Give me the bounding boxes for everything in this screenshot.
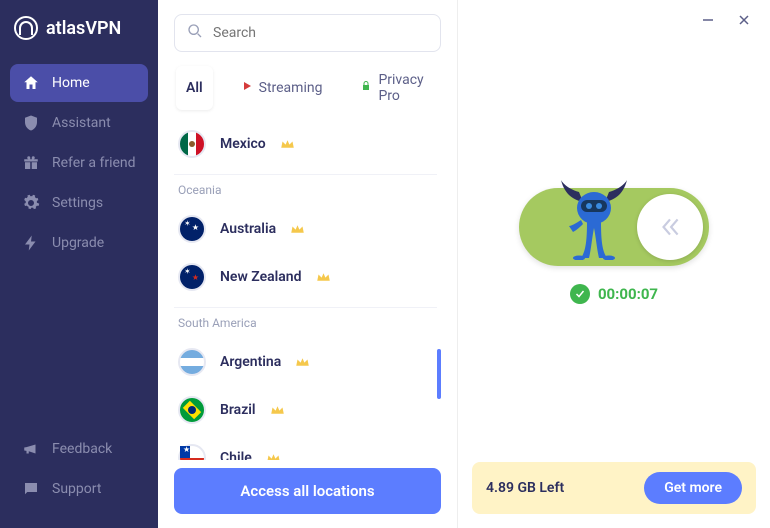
sidebar-item-assistant[interactable]: Assistant <box>10 104 148 142</box>
location-row[interactable]: Mexico <box>174 120 437 168</box>
flag-icon <box>178 444 206 460</box>
sidebar-item-label: Upgrade <box>52 235 104 251</box>
crown-icon <box>266 449 281 461</box>
main-panel: 00:00:07 4.89 GB Left Get more <box>458 0 770 528</box>
access-all-button[interactable]: Access all locations <box>174 468 441 514</box>
sidebar-item-label: Refer a friend <box>52 155 136 171</box>
mascot-icon <box>559 178 629 260</box>
search-icon <box>187 23 203 43</box>
lock-icon <box>360 80 372 96</box>
location-tabs: All Streaming Privacy Pro <box>176 66 439 110</box>
sidebar-item-support[interactable]: Support <box>10 470 148 508</box>
sidebar-item-label: Assistant <box>52 115 111 131</box>
crown-icon <box>316 268 331 287</box>
location-name: Chile <box>220 450 252 460</box>
chevron-left-double-icon <box>657 214 683 240</box>
connection-timer: 00:00:07 <box>598 285 658 303</box>
location-row[interactable]: ✶★ Australia <box>174 205 437 253</box>
tab-privacy-pro[interactable]: Privacy Pro <box>350 66 439 110</box>
sidebar-item-label: Feedback <box>52 441 112 457</box>
sidebar-item-settings[interactable]: Settings <box>10 184 148 222</box>
locations-panel: All Streaming Privacy Pro Mexico Oceania… <box>158 0 458 528</box>
crown-icon <box>290 220 305 239</box>
crown-icon <box>295 353 310 372</box>
tab-label: Privacy Pro <box>378 72 429 104</box>
brand-text: atlasVPN <box>46 18 121 39</box>
sidebar-item-feedback[interactable]: Feedback <box>10 430 148 468</box>
toggle-knob <box>637 194 703 260</box>
crown-icon <box>280 135 295 154</box>
connection-status: 00:00:07 <box>570 284 658 304</box>
location-name: Brazil <box>220 402 256 418</box>
connection-toggle[interactable] <box>519 188 709 266</box>
shield-icon <box>22 114 40 132</box>
flag-icon <box>178 348 206 376</box>
crown-icon <box>270 401 285 420</box>
location-row[interactable]: Argentina <box>174 338 437 386</box>
gift-icon <box>22 154 40 172</box>
close-button[interactable] <box>736 12 752 28</box>
search-input[interactable] <box>213 25 428 41</box>
minimize-button[interactable] <box>700 12 716 28</box>
location-name: Australia <box>220 221 276 237</box>
group-label: Oceania <box>174 174 437 205</box>
play-icon <box>241 80 253 96</box>
flag-icon: ✶★ <box>178 263 206 291</box>
data-bar: 4.89 GB Left Get more <box>472 462 756 514</box>
sidebar-item-upgrade[interactable]: Upgrade <box>10 224 148 262</box>
get-more-button[interactable]: Get more <box>644 472 742 504</box>
location-row[interactable]: Chile <box>174 434 437 460</box>
gear-icon <box>22 194 40 212</box>
location-list[interactable]: Mexico Oceania ✶★ Australia ✶★ New Zeala… <box>174 120 441 460</box>
nav-secondary: Feedback Support <box>0 422 158 516</box>
location-row[interactable]: Brazil <box>174 386 437 434</box>
flag-icon <box>178 130 206 158</box>
bolt-icon <box>22 234 40 252</box>
sidebar-item-label: Settings <box>52 195 103 211</box>
flag-icon <box>178 396 206 424</box>
location-name: New Zealand <box>220 269 302 285</box>
home-icon <box>22 74 40 92</box>
brand-logo-icon <box>14 16 38 40</box>
location-row[interactable]: ✶★ New Zealand <box>174 253 437 301</box>
sidebar-item-label: Home <box>52 75 90 91</box>
tab-streaming[interactable]: Streaming <box>231 66 333 110</box>
scrollbar[interactable] <box>437 120 441 399</box>
chat-icon <box>22 480 40 498</box>
tab-label: Streaming <box>259 80 323 96</box>
data-remaining: 4.89 GB Left <box>486 480 564 496</box>
sidebar-item-label: Support <box>52 481 101 497</box>
group-label: South America <box>174 307 437 338</box>
sidebar: atlasVPN Home Assistant Refer a friend S… <box>0 0 158 528</box>
check-icon <box>570 284 590 304</box>
sidebar-item-home[interactable]: Home <box>10 64 148 102</box>
title-bar <box>458 0 770 40</box>
brand: atlasVPN <box>0 12 158 56</box>
megaphone-icon <box>22 440 40 458</box>
location-name: Argentina <box>220 354 281 370</box>
sidebar-item-refer[interactable]: Refer a friend <box>10 144 148 182</box>
connection-center: 00:00:07 <box>458 40 770 452</box>
tab-all[interactable]: All <box>176 66 213 110</box>
search-box[interactable] <box>174 14 441 52</box>
tab-label: All <box>186 80 203 96</box>
nav-primary: Home Assistant Refer a friend Settings U… <box>0 56 158 270</box>
flag-icon: ✶★ <box>178 215 206 243</box>
location-name: Mexico <box>220 136 266 152</box>
